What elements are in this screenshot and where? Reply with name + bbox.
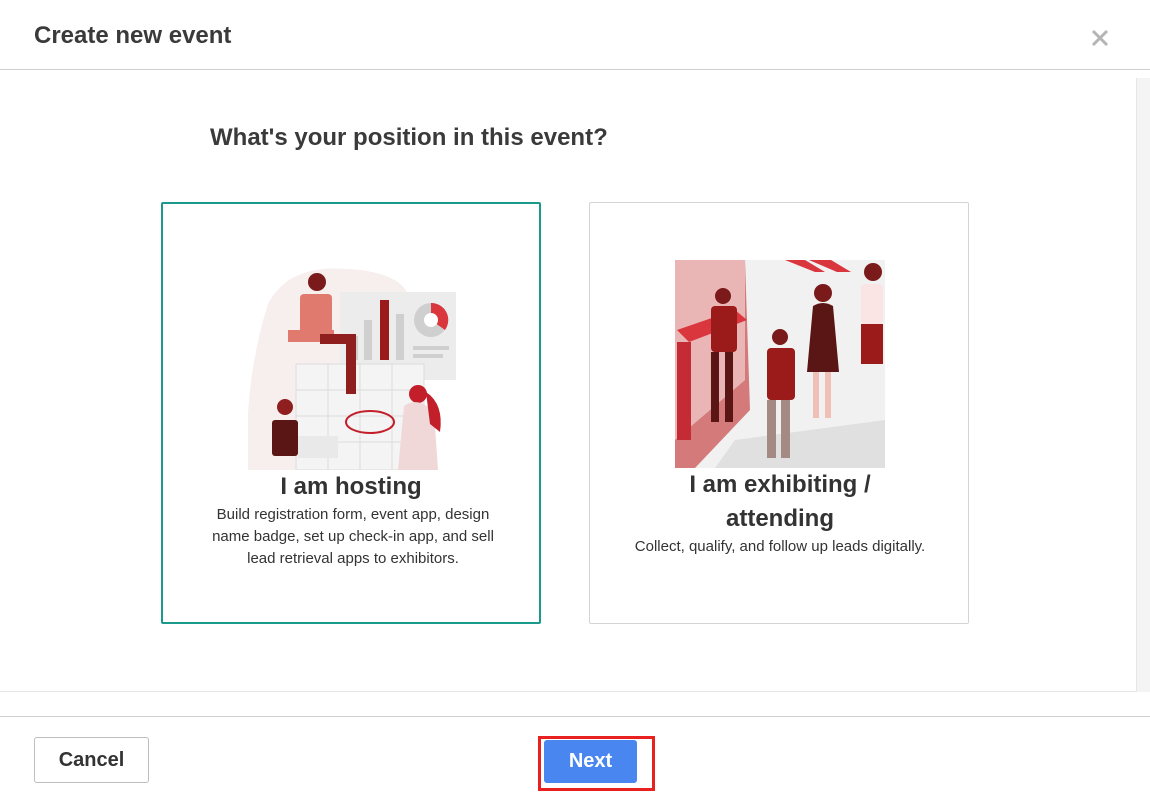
exhibiting-illustration bbox=[675, 260, 885, 468]
option-title-exhibiting: I am exhibiting / attending bbox=[689, 471, 871, 532]
dialog-header: Create new event bbox=[0, 0, 1150, 70]
cancel-button[interactable]: Cancel bbox=[34, 737, 149, 783]
next-button[interactable]: Next bbox=[544, 740, 637, 783]
option-description-hosting: Build registration form, event app, desi… bbox=[212, 506, 494, 567]
dialog-title: Create new event bbox=[34, 22, 232, 49]
position-question: What's your position in this event? bbox=[210, 124, 608, 151]
option-card-hosting[interactable]: I am hosting Build registration form, ev… bbox=[161, 202, 541, 624]
close-icon[interactable] bbox=[1086, 24, 1114, 52]
footer-divider bbox=[0, 716, 1150, 717]
option-card-exhibiting[interactable]: I am exhibiting / attending Collect, qua… bbox=[589, 202, 969, 624]
option-title-hosting: I am hosting bbox=[280, 473, 422, 500]
hosting-illustration bbox=[248, 268, 456, 470]
scrollbar[interactable] bbox=[1137, 78, 1150, 692]
option-description-exhibiting: Collect, qualify, and follow up leads di… bbox=[634, 538, 926, 555]
